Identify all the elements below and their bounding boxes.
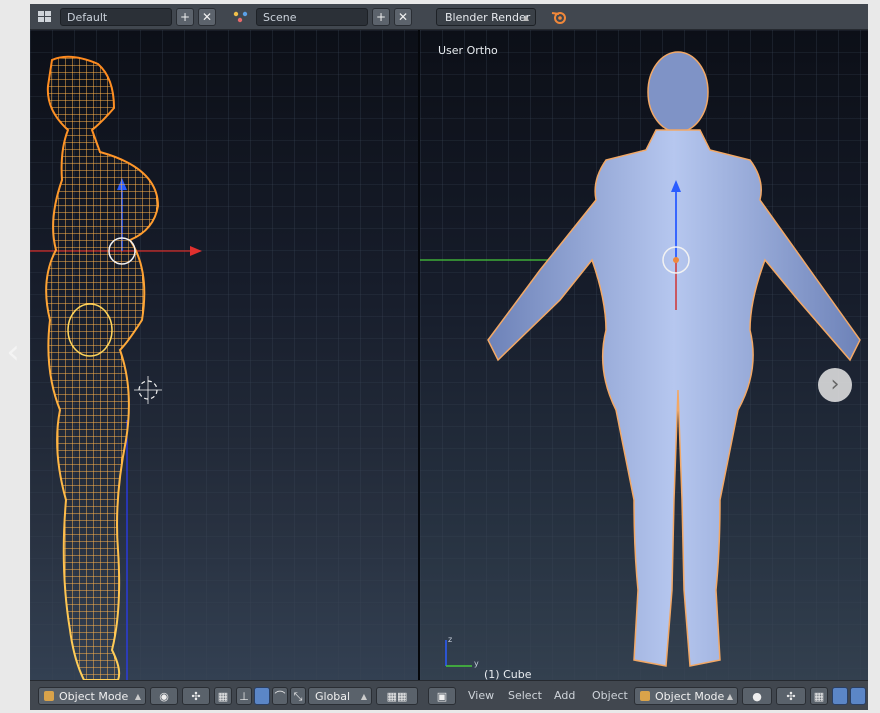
updown-arrows-icon: ▲ — [134, 692, 141, 701]
viewport-shading-button-left[interactable]: ◉ — [150, 687, 178, 705]
pivot-point-button-left[interactable]: ✣ — [182, 687, 210, 705]
viewport-right[interactable]: z y User Ortho (1) Cube — [420, 30, 868, 680]
rotate-manipulator-icon[interactable]: ⌒ — [272, 687, 288, 705]
object-mode-select-left[interactable]: Object Mode ▲ — [38, 687, 146, 705]
add-layout-button[interactable]: + — [176, 7, 194, 26]
chevron-left-icon[interactable]: ‹ — [0, 330, 26, 374]
pivot-point-button-right[interactable]: ✣ — [776, 687, 806, 705]
view-label: User Ortho — [438, 44, 498, 57]
updown-arrows-icon: ▲ — [360, 692, 367, 701]
cube-icon — [44, 691, 54, 701]
svg-text:y: y — [474, 659, 479, 668]
scene-icon[interactable] — [230, 8, 252, 26]
delete-layout-button[interactable]: ✕ — [198, 7, 216, 26]
viewport-left[interactable] — [30, 30, 418, 680]
editor-type-icon[interactable] — [34, 8, 56, 26]
layers-toggle-icon[interactable]: ▦ — [810, 687, 828, 705]
mode-label-right: Object Mode — [655, 690, 725, 703]
object-mode-select-right[interactable]: Object Mode ▲ — [634, 687, 738, 705]
menu-view[interactable]: View — [468, 687, 494, 705]
translate-manipulator-icon[interactable] — [832, 687, 848, 705]
layers-toggle-icon[interactable]: ▦ — [214, 687, 232, 705]
menu-add[interactable]: Add — [554, 687, 575, 705]
scene-field[interactable]: Scene — [256, 7, 368, 26]
cube-icon — [640, 691, 650, 701]
photo-frame: ‹ Default + ✕ Scene + ✕ Blender Render ▲ — [0, 0, 880, 713]
transform-orientation-select[interactable]: Global ▲ — [308, 687, 372, 705]
screen-layout-field[interactable]: Default — [60, 7, 172, 26]
mode-label-left: Object Mode — [59, 690, 129, 703]
editor-type-button[interactable]: ▣ — [428, 687, 456, 705]
menu-object[interactable]: Object — [592, 687, 628, 705]
blender-window: Default + ✕ Scene + ✕ Blender Render ▲ z… — [30, 4, 868, 710]
render-engine-label: Blender Render — [445, 10, 531, 24]
3d-view-header: Object Mode ▲ ◉ ✣ ▦ ⊥ ⌒ ⤡ Global ▲ ▦▦ ▣ … — [30, 680, 868, 710]
svg-text:z: z — [448, 635, 452, 644]
manipulator-icon[interactable] — [850, 687, 866, 705]
manipulator-icon[interactable]: ⊥ — [236, 687, 252, 705]
delete-scene-button[interactable]: ✕ — [394, 7, 412, 26]
active-object-label: (1) Cube — [484, 668, 532, 680]
chevron-right-icon[interactable]: › — [818, 368, 852, 402]
add-scene-button[interactable]: + — [372, 7, 390, 26]
blender-logo-icon[interactable] — [548, 8, 570, 26]
updown-arrows-icon: ▲ — [522, 12, 529, 22]
wireframe-canvas — [30, 30, 418, 680]
scale-manipulator-icon[interactable]: ⤡ — [290, 687, 306, 705]
render-engine-select[interactable]: Blender Render ▲ — [436, 7, 536, 26]
mesh-canvas: z y — [420, 30, 868, 680]
viewport-shading-button-right[interactable]: ● — [742, 687, 772, 705]
updown-arrows-icon: ▲ — [726, 692, 733, 701]
translate-manipulator-icon[interactable] — [254, 687, 270, 705]
orientation-label: Global — [315, 690, 351, 703]
menu-select[interactable]: Select — [508, 687, 542, 705]
layer-grid-icon[interactable]: ▦▦ — [376, 687, 418, 705]
info-header: Default + ✕ Scene + ✕ Blender Render ▲ — [30, 4, 868, 30]
